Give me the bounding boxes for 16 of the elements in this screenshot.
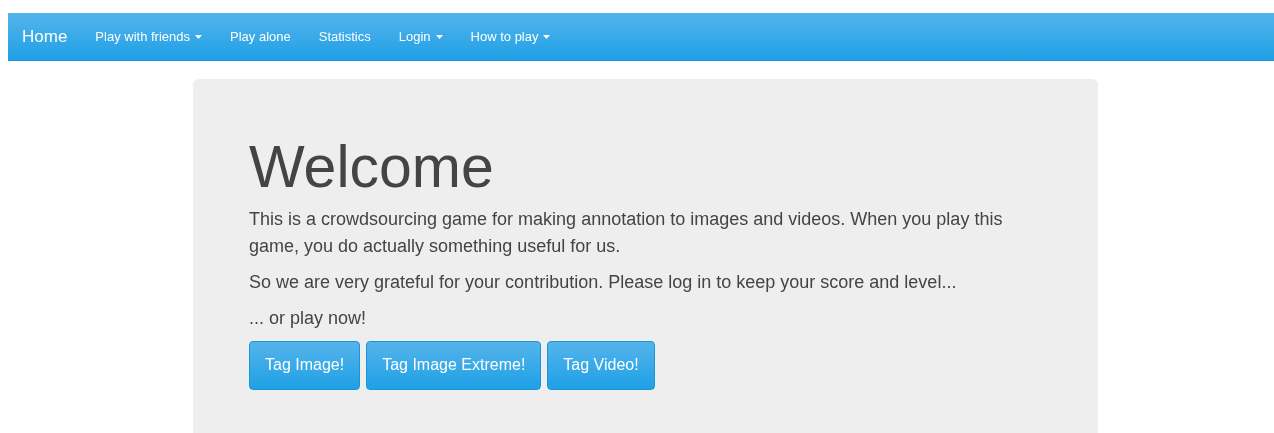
nav-dropdown[interactable]: Login (384, 29, 457, 44)
intro-paragraph: This is a crowdsourcing game for making annotation to images and videos. When you play this game, you do actually something useful for us. (249, 207, 1004, 258)
nav-link[interactable]: Statistics (304, 29, 385, 44)
intro-paragraph: ... or play now! (249, 306, 368, 330)
intro-paragraph: So we are very grateful for your contribution. Please log in to keep your score and level... (249, 270, 958, 294)
nav-link[interactable]: Play alone (216, 29, 305, 44)
tag-button[interactable]: Tag Video! (547, 340, 655, 390)
tag-button[interactable]: Tag Image! (249, 340, 361, 390)
caret-icon (435, 34, 443, 39)
tag-button[interactable]: Tag Image Extreme! (366, 340, 542, 390)
caret-icon (543, 34, 551, 39)
welcome-heading: Welcome (249, 135, 495, 200)
caret-icon (195, 34, 202, 39)
nav-dropdown[interactable]: Play with friends (81, 29, 216, 44)
home-link[interactable]: Home (14, 26, 82, 47)
nav-dropdown[interactable]: How to play (456, 29, 565, 44)
